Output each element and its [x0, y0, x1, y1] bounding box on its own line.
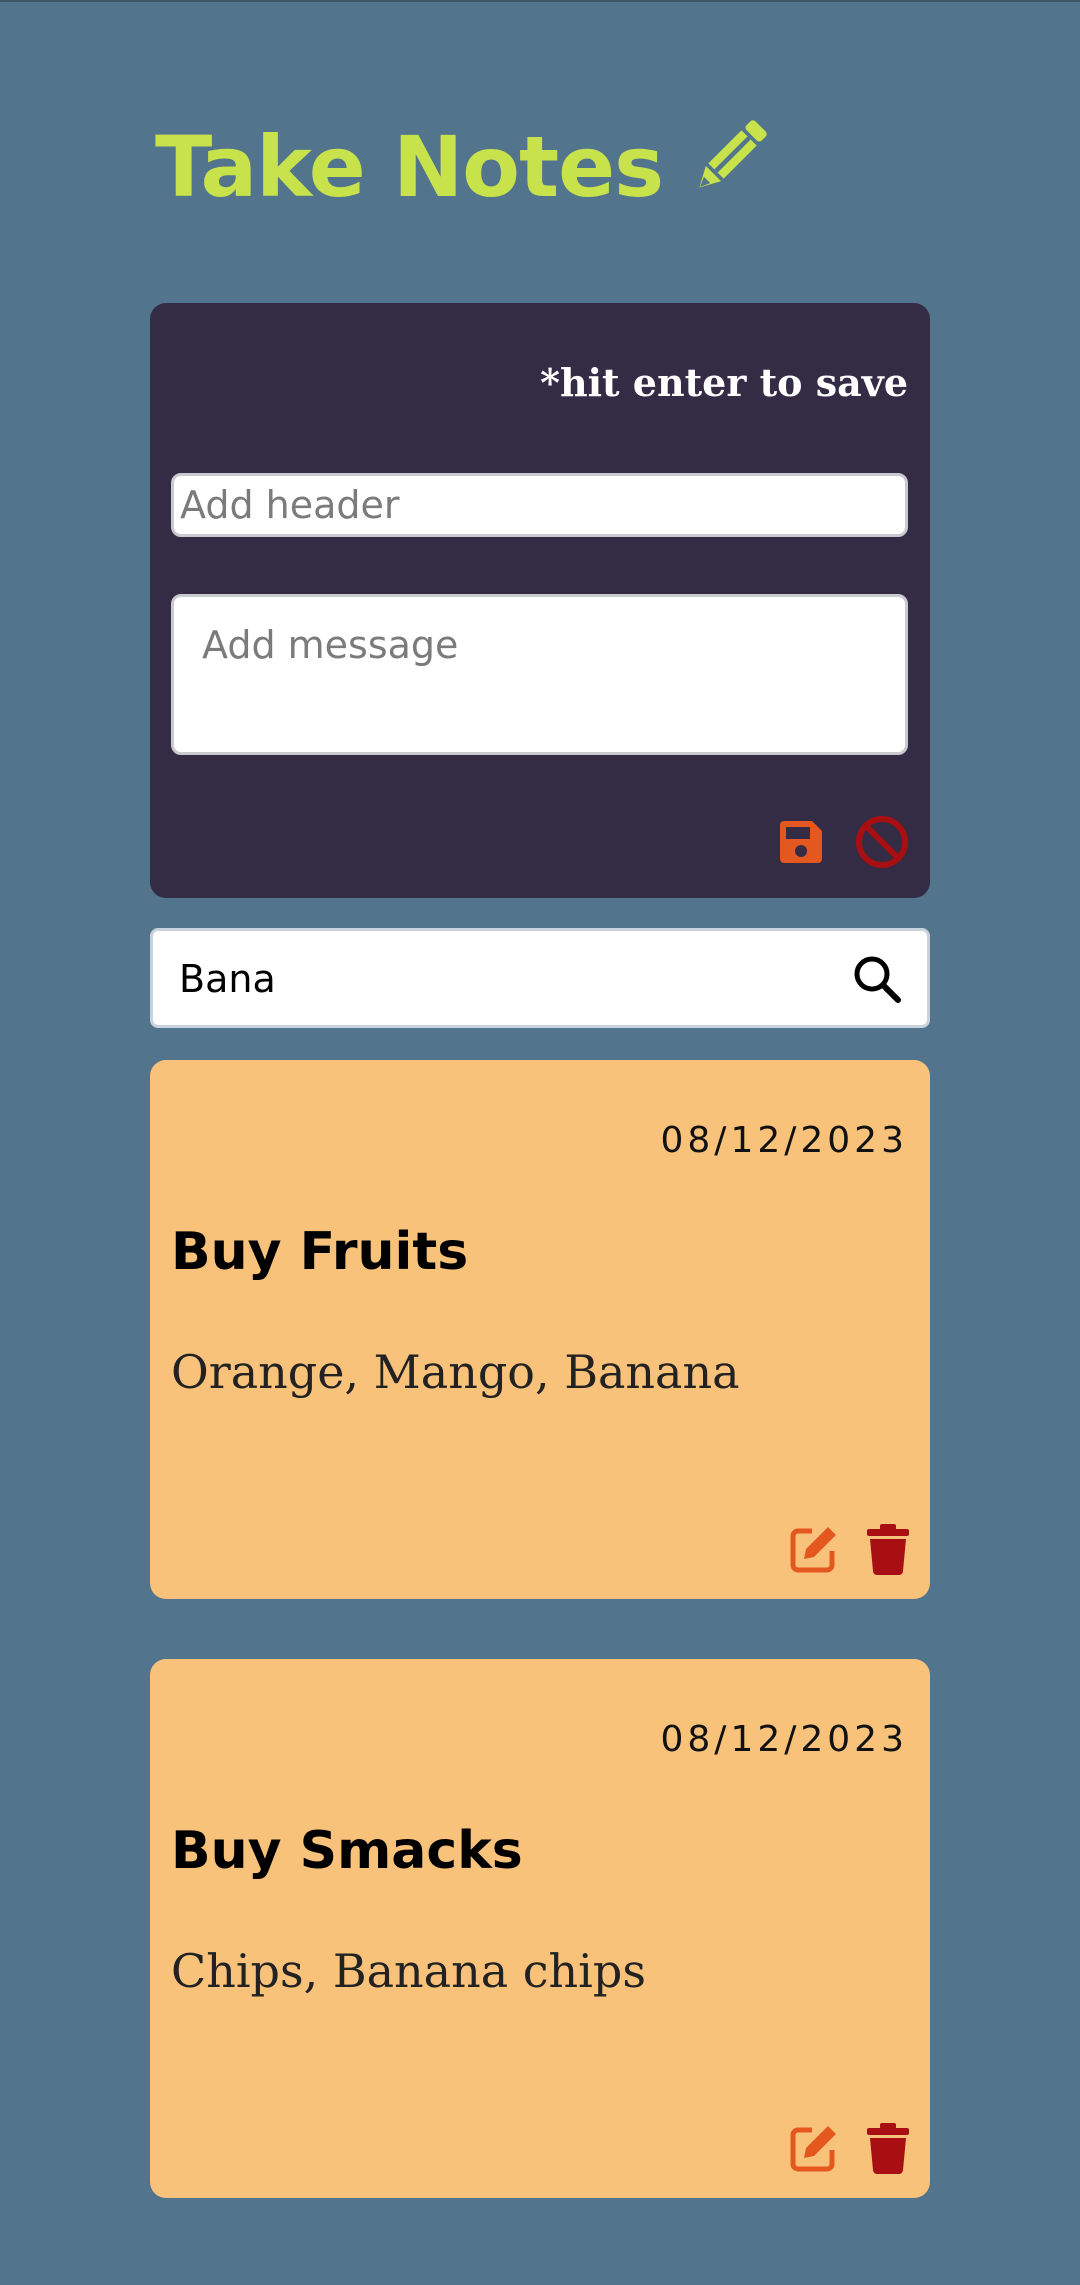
trash-icon: [867, 2123, 909, 2174]
magnifier-icon: [854, 956, 901, 1003]
app-title: Take Notes: [155, 118, 664, 216]
note-card: 08/12/2023 Buy Smacks Chips, Banana chip…: [150, 1659, 930, 2198]
pencil-icon: [685, 112, 775, 222]
ban-icon: [856, 816, 908, 868]
note-editor: *hit enter to save: [150, 303, 930, 898]
save-hint: *hit enter to save: [540, 360, 908, 405]
delete-note-button[interactable]: [866, 1523, 910, 1575]
search-input[interactable]: [177, 931, 801, 1027]
note-date: 08/12/2023: [660, 1719, 908, 1760]
edit-note-button[interactable]: [788, 1523, 840, 1575]
note-date: 08/12/2023: [660, 1120, 908, 1161]
edit-icon: [790, 2126, 836, 2172]
note-body: Orange, Mango, Banana: [171, 1345, 740, 1399]
note-body: Chips, Banana chips: [171, 1944, 646, 1998]
search-bar: [150, 928, 930, 1028]
top-border: [0, 0, 1080, 2]
editor-actions: [776, 814, 910, 870]
note-title: Buy Fruits: [171, 1222, 469, 1282]
note-actions: [788, 2122, 910, 2174]
trash-icon: [867, 1524, 909, 1575]
note-title: Buy Smacks: [171, 1821, 523, 1881]
edit-note-button[interactable]: [788, 2122, 840, 2174]
save-button[interactable]: [776, 817, 826, 867]
message-input[interactable]: [171, 594, 908, 755]
floppy-disk-icon: [780, 821, 822, 863]
delete-note-button[interactable]: [866, 2122, 910, 2174]
edit-icon: [790, 1527, 836, 1573]
app-header: Take Notes: [155, 112, 775, 222]
header-input[interactable]: [171, 473, 908, 537]
note-card: 08/12/2023 Buy Fruits Orange, Mango, Ban…: [150, 1060, 930, 1599]
cancel-button[interactable]: [854, 814, 910, 870]
search-button[interactable]: [851, 953, 903, 1010]
note-actions: [788, 1523, 910, 1575]
